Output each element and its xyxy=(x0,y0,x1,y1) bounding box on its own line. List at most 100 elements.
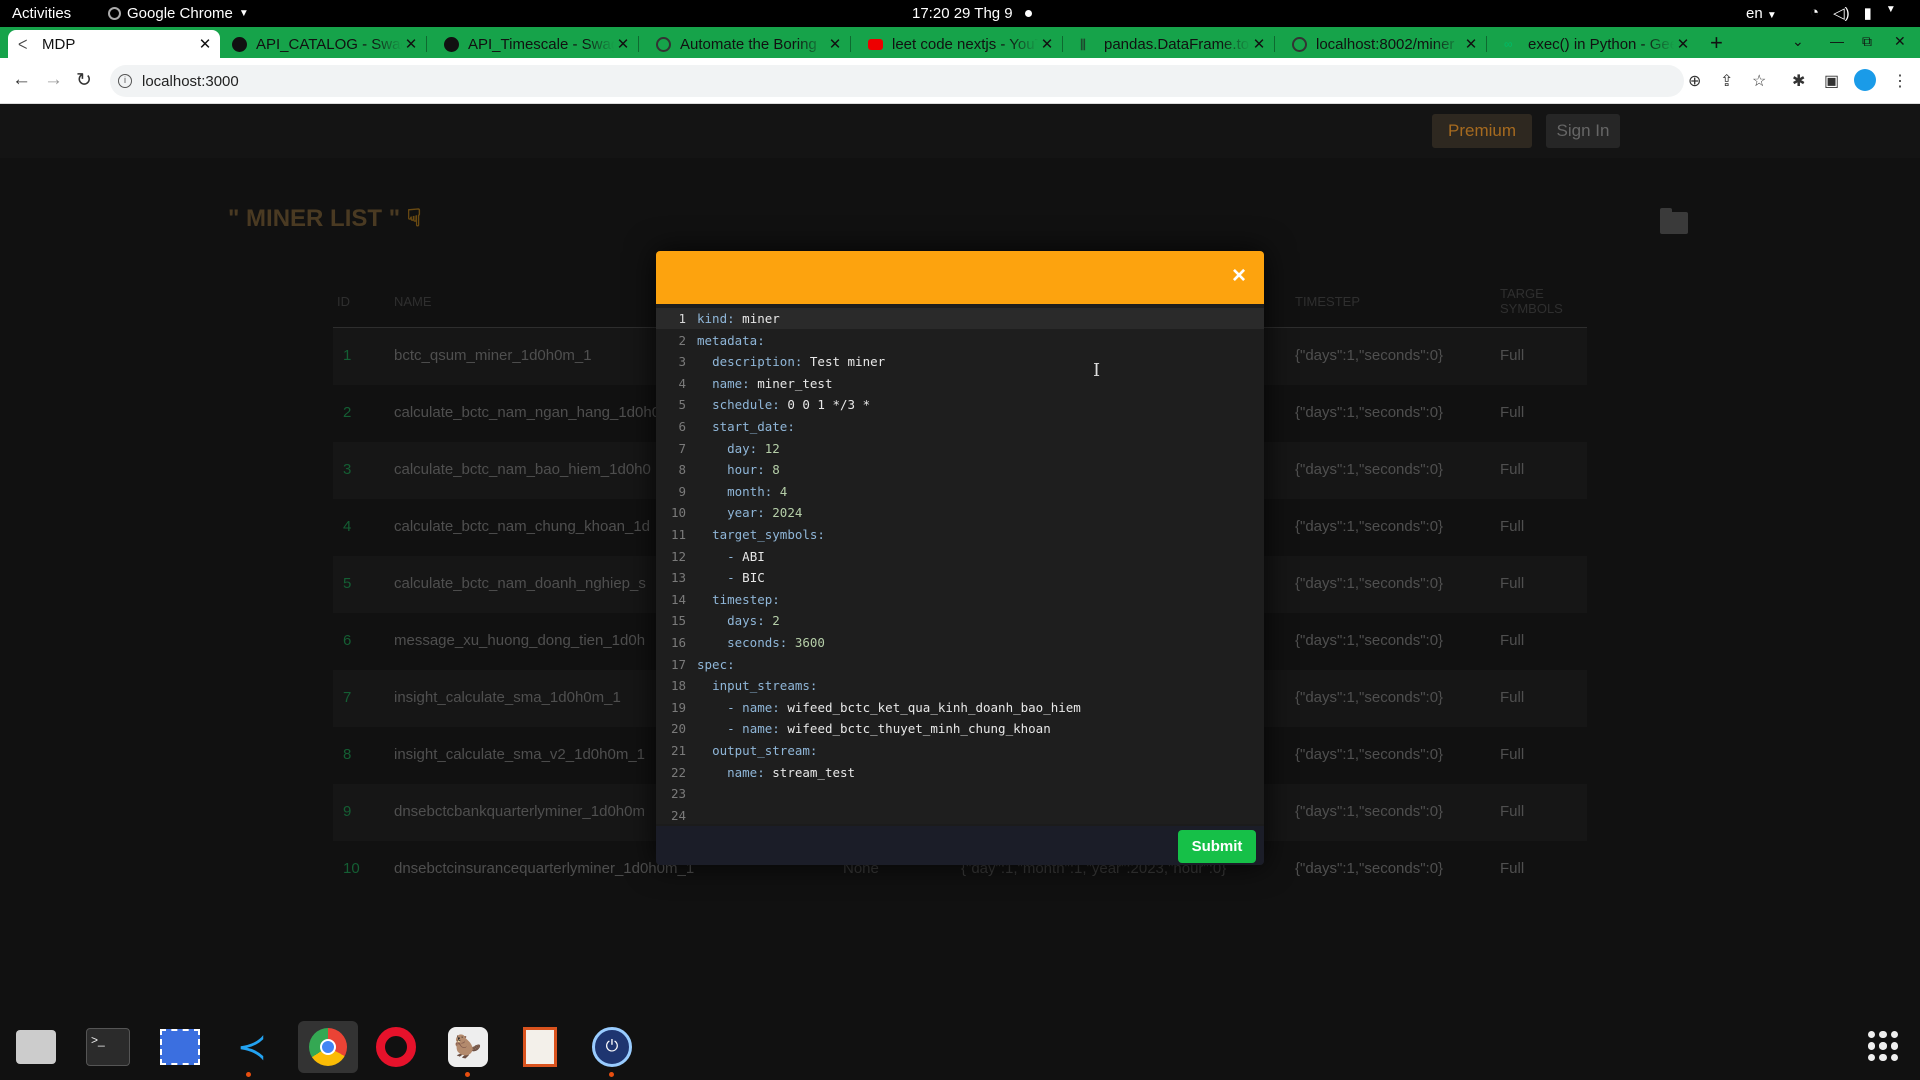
screenshot-icon[interactable] xyxy=(154,1021,206,1073)
tab-label: localhost:8002/miner xyxy=(1316,35,1455,53)
line-code: start_date: xyxy=(712,419,795,434)
row-target: Full xyxy=(1500,803,1525,820)
line-code: - BIC xyxy=(727,570,765,586)
code-line: 20 - name: wifeed_bctc_thuyet_minh_chung… xyxy=(656,718,1264,739)
tab-youtube[interactable]: leet code nextjs - YouTube ✕ xyxy=(858,30,1063,58)
line-number: 16 xyxy=(670,635,686,650)
row-name: bctc_qsum_miner_1d0h0m_1 xyxy=(394,347,592,364)
row-target: Full xyxy=(1500,461,1525,478)
volume-icon: ◁) xyxy=(1833,5,1850,22)
line-code: - ABI xyxy=(727,548,765,564)
system-tray[interactable]: ◔ ◁) ▮ ▼ xyxy=(1810,4,1896,22)
tab-pandas[interactable]: ⫼ pandas.DataFrame.to ✕ xyxy=(1070,30,1275,58)
battery-icon: ▮ xyxy=(1863,5,1872,22)
reload-icon[interactable]: ↻ xyxy=(76,69,92,92)
profile-avatar[interactable] xyxy=(1854,69,1876,91)
modal-header: × xyxy=(656,251,1264,304)
close-tab-icon[interactable]: ✕ xyxy=(402,35,420,53)
back-icon[interactable]: ← xyxy=(12,69,31,91)
tab-geeks[interactable]: ∞ exec() in Python - Geeks ✕ xyxy=(1494,30,1698,58)
code-line: 3 description: Test miner xyxy=(656,351,1264,372)
notification-dot-icon xyxy=(1024,10,1032,17)
line-code: hour: 8 xyxy=(727,462,780,478)
row-name: message_xu_huong_dong_tien_1d0h xyxy=(394,632,646,649)
side-panel-icon[interactable]: ▣ xyxy=(1824,71,1839,91)
line-code: - name: wifeed_bctc_thuyet_minh_chung_kh… xyxy=(727,721,1051,737)
row-name: dnsebctcbankquarterlyminer_1d0h0m xyxy=(394,803,645,820)
close-tab-icon[interactable]: ✕ xyxy=(1462,35,1480,53)
site-info-icon[interactable]: i xyxy=(118,74,132,88)
terminal-icon[interactable]: >_ xyxy=(82,1021,134,1073)
row-timestep: {"days":1,"seconds":0} xyxy=(1295,404,1444,421)
line-code: year: 2024 xyxy=(727,505,803,521)
line-number: 19 xyxy=(670,699,686,715)
tab-api-catalog[interactable]: API_CATALOG - Swagger ✕ xyxy=(222,30,427,58)
pointing-hand-icon: ☟ xyxy=(406,205,422,232)
extensions-icon[interactable]: ✱ xyxy=(1792,71,1805,91)
tab-search-icon[interactable]: ⌄ xyxy=(1792,33,1804,50)
code-editor[interactable]: 1 kind: miner 2 metadata: 3 description: Tes… xyxy=(656,304,1264,824)
maximize-icon[interactable]: ⧉ xyxy=(1862,33,1872,50)
line-number: 8 xyxy=(678,462,686,478)
close-tab-icon[interactable]: ✕ xyxy=(1674,35,1692,53)
close-tab-icon[interactable]: ✕ xyxy=(826,35,844,53)
tab-api-timescale[interactable]: API_Timescale - Swagger ✕ xyxy=(434,30,639,58)
impress-icon[interactable] xyxy=(514,1021,566,1073)
menu-kebab-icon[interactable]: ⋮ xyxy=(1892,71,1908,91)
close-icon[interactable]: × xyxy=(1232,263,1246,289)
row-id: 7 xyxy=(343,689,352,706)
sleep-icon[interactable]: ⏻ xyxy=(586,1021,638,1077)
new-tab-icon[interactable]: + xyxy=(1710,30,1723,56)
close-tab-icon[interactable]: ✕ xyxy=(614,35,632,53)
bookmark-star-icon[interactable]: ☆ xyxy=(1752,71,1766,91)
language-selector[interactable]: en ▼ xyxy=(1746,5,1777,22)
app-menu[interactable]: Google Chrome ▼ xyxy=(108,5,249,22)
dbeaver-icon[interactable]: 🦫 xyxy=(442,1021,494,1077)
row-id: 6 xyxy=(343,632,352,649)
tab-automate[interactable]: Automate the Boring ✕ xyxy=(646,30,851,58)
app-header: Premium Sign In xyxy=(0,104,1920,158)
system-top-bar: Activities Google Chrome ▼ 17:20 29 Thg … xyxy=(0,0,1920,27)
page-title: " MINER LIST " ☟ xyxy=(228,204,421,233)
line-number: 21 xyxy=(670,743,686,758)
line-number: 18 xyxy=(670,678,686,694)
chrome-icon[interactable] xyxy=(298,1021,358,1073)
code-line: 4 name: miner_test xyxy=(656,373,1264,394)
line-code: name: miner_test xyxy=(712,375,833,391)
clock[interactable]: 17:20 29 Thg 9 xyxy=(912,5,1032,22)
forward-icon[interactable]: → xyxy=(44,69,63,91)
line-code: name: stream_test xyxy=(727,764,856,780)
line-code: output_stream: xyxy=(712,743,818,758)
share-icon[interactable]: ⇪ xyxy=(1720,71,1733,91)
close-tab-icon[interactable]: ✕ xyxy=(1038,35,1056,53)
minimize-icon[interactable]: — xyxy=(1830,33,1844,49)
close-tab-icon[interactable]: ✕ xyxy=(1250,35,1268,53)
url-input[interactable]: i localhost:3000 xyxy=(110,65,1684,97)
row-name: calculate_bctc_nam_doanh_nghiep_s xyxy=(394,575,646,592)
app-grid-icon[interactable] xyxy=(1868,1031,1898,1061)
add-folder-icon[interactable] xyxy=(1660,208,1688,234)
text-cursor-icon: I xyxy=(1093,360,1101,381)
col-name: NAME xyxy=(394,294,432,309)
close-tab-icon[interactable]: ✕ xyxy=(196,35,214,53)
row-id: 1 xyxy=(343,347,352,364)
zoom-icon[interactable]: ⊕ xyxy=(1688,71,1701,91)
tab-label: exec() in Python - Geeks xyxy=(1528,35,1674,53)
premium-button[interactable]: Premium xyxy=(1432,114,1532,148)
tab-mdp[interactable]: ᐸ MDP ✕ xyxy=(8,30,220,58)
row-timestep: {"days":1,"seconds":0} xyxy=(1295,461,1444,478)
submit-button[interactable]: Submit xyxy=(1178,830,1256,863)
opera-icon[interactable] xyxy=(370,1021,422,1073)
row-target: Full xyxy=(1500,860,1525,877)
close-window-icon[interactable]: ✕ xyxy=(1894,33,1906,50)
vscode-icon[interactable]: ≺ xyxy=(226,1021,278,1077)
line-number: 2 xyxy=(678,332,686,348)
tab-localhost-8002[interactable]: localhost:8002/miner ✕ xyxy=(1282,30,1487,58)
activities-button[interactable]: Activities xyxy=(12,5,71,22)
sign-in-button[interactable]: Sign In xyxy=(1546,114,1620,148)
code-line: 9 month: 4 xyxy=(656,481,1264,502)
files-icon[interactable] xyxy=(10,1021,62,1073)
col-id: ID xyxy=(337,294,350,309)
row-target: Full xyxy=(1500,404,1525,421)
row-name: dnsebctcinsurancequarterlyminer_1d0h0m_1 xyxy=(394,860,695,877)
